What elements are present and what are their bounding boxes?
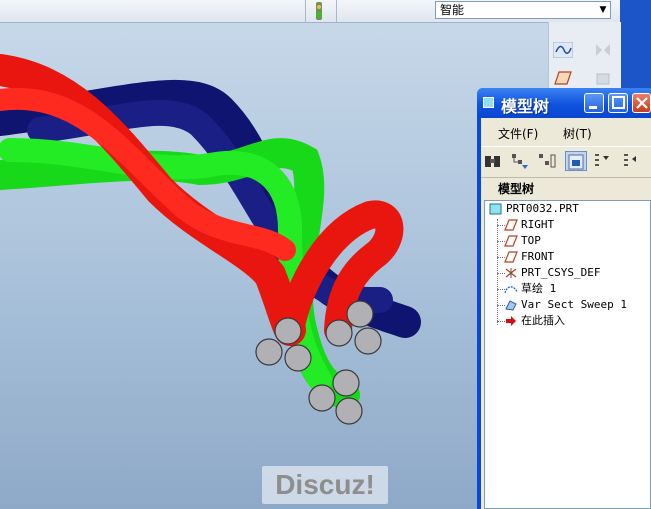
datum-plane-icon [504,251,518,263]
binoculars-icon[interactable] [484,151,502,171]
model-tree-panel-title: 模型树 [498,182,535,196]
model-tree-list[interactable]: PRT0032.PRT RIGHT TOP FRONT PRT_CSYS_DEF… [484,200,651,509]
tree-item-insert-here[interactable]: 在此插入 [504,313,565,329]
model-tree-panel: 文件(F) 树(T) 模型树 PRT0032.PRT RIGHT TOP FRO… [481,118,651,509]
tree-item-csys[interactable]: PRT_CSYS_DEF [504,265,600,281]
datum-axis-tool-icon[interactable] [593,70,613,86]
model-tree-toolbar [481,146,651,178]
mirror-tool-icon[interactable] [593,42,613,58]
tree-item-right[interactable]: RIGHT [504,217,554,233]
csys-icon [504,267,518,279]
tree-item-front[interactable]: FRONT [504,249,554,265]
model-tree-menubar: 文件(F) 树(T) [481,118,651,144]
model-tree-titlebar[interactable]: 模型树 [477,88,651,118]
toolbar-separator [336,0,337,22]
tree-connector-line [497,219,498,325]
maximize-button[interactable] [608,93,628,113]
watermark-logo: Discuz! [262,466,388,504]
tree-item-label: Var Sect Sweep 1 [521,298,627,311]
expand-tree-icon[interactable] [593,151,611,171]
selection-filter-select[interactable]: 智能 ▼ [435,1,611,19]
minimize-button[interactable] [584,93,604,113]
datum-plane-icon [504,219,518,231]
top-toolbar: 智能 ▼ [0,0,620,23]
datum-plane-tool-icon[interactable] [553,70,573,86]
tree-item-label: FRONT [521,250,555,263]
tree-item-label: TOP [521,234,541,247]
tree-item-label: PRT_CSYS_DEF [521,266,601,279]
menu-file[interactable]: 文件(F) [498,125,538,142]
tree-item-sketch[interactable]: 草绘 1 [504,281,556,297]
tree-filter-icon[interactable] [511,151,529,171]
tree-item-label: 草绘 1 [521,282,557,295]
tree-item-top[interactable]: TOP [504,233,541,249]
tree-item-label: RIGHT [521,218,555,231]
tree-item-label: 在此插入 [521,314,565,327]
traffic-light-icon[interactable] [314,2,324,20]
sketch-icon [504,283,518,295]
close-button[interactable] [632,93,651,113]
sweep-icon [504,299,518,311]
tree-root-item[interactable]: PRT0032.PRT [489,201,579,217]
show-settings-icon[interactable] [565,151,587,171]
selection-filter-value: 智能 [440,3,465,17]
part-icon [489,203,503,215]
sketch-tool-icon[interactable] [552,41,574,59]
datum-plane-icon [504,235,518,247]
feature-toolbar [548,22,621,96]
collapse-tree-icon[interactable] [622,151,640,171]
model-tree-title: 模型树 [501,97,550,116]
tree-columns-icon[interactable] [538,151,556,171]
tree-root-label: PRT0032.PRT [506,202,579,215]
toolbar-separator [305,0,306,22]
tree-item-sweep[interactable]: Var Sect Sweep 1 [504,297,627,313]
insert-here-arrow-icon [504,315,518,327]
chevron-down-icon[interactable]: ▼ [596,2,610,18]
window-icon [483,97,494,108]
window-background [620,0,651,95]
model-tree-window: 模型树 文件(F) 树(T) 模型树 PRT0032.PRT RIGHT TOP… [477,88,651,509]
menu-tree[interactable]: 树(T) [563,125,592,142]
